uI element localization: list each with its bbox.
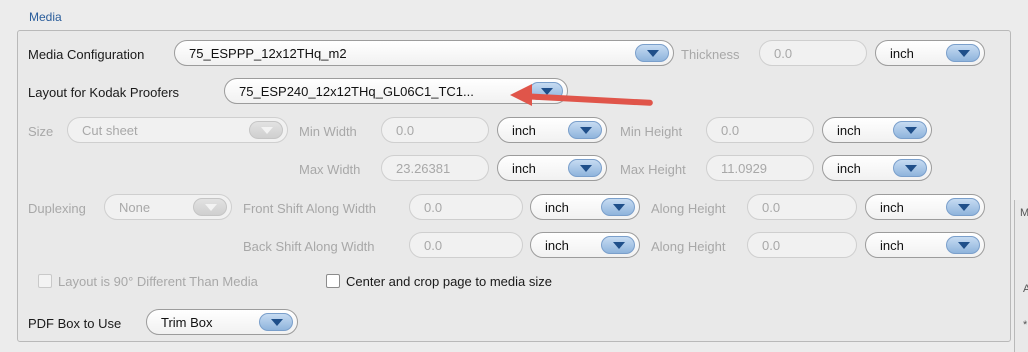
min-width-unit-select[interactable]: inch [497, 117, 607, 143]
media-configuration-value: 75_ESPPP_12x12THq_m2 [189, 45, 347, 61]
section-title-media: Media [29, 10, 62, 24]
min-height-label: Min Height [620, 124, 683, 139]
max-height-input[interactable]: 11.0929 [706, 155, 814, 181]
max-width-value: 23.26381 [396, 160, 451, 176]
layout-90-label: Layout is 90° Different Than Media [58, 274, 258, 289]
chevron-down-icon[interactable] [568, 159, 602, 177]
front-along-height-value: 0.0 [762, 199, 781, 215]
max-height-unit-value: inch [837, 160, 861, 176]
back-shift-unit-value: inch [545, 237, 569, 253]
front-shift-unit-select[interactable]: inch [530, 194, 640, 220]
layout-kodak-label: Layout for Kodak Proofers [28, 85, 180, 100]
adjacent-panel-letter: M [1020, 207, 1028, 219]
media-configuration-select[interactable]: 75_ESPPP_12x12THq_m2 [174, 40, 674, 66]
pdf-box-label: PDF Box to Use [28, 316, 122, 331]
back-along-height-unit-value: inch [880, 237, 904, 253]
chevron-down-icon[interactable] [946, 198, 980, 216]
max-width-unit-value: inch [512, 160, 536, 176]
min-width-label: Min Width [299, 124, 357, 139]
adjacent-panel-letter: * [1023, 319, 1028, 331]
back-shift-input[interactable]: 0.0 [409, 232, 523, 258]
pdf-box-select[interactable]: Trim Box [146, 309, 298, 335]
back-along-height-unit-select[interactable]: inch [865, 232, 985, 258]
thickness-input[interactable]: 0.0 [759, 40, 867, 66]
thickness-unit-select[interactable]: inch [875, 40, 985, 66]
max-width-label: Max Width [299, 162, 361, 177]
media-panel [17, 30, 1011, 342]
back-along-height-input[interactable]: 0.0 [747, 232, 857, 258]
center-crop-checkbox[interactable] [326, 274, 340, 288]
size-label: Size [28, 124, 54, 139]
front-along-height-label: Along Height [651, 201, 726, 216]
min-width-unit-value: inch [512, 122, 536, 138]
thickness-value: 0.0 [774, 45, 793, 61]
callout-arrow-icon [510, 84, 532, 106]
min-height-unit-select[interactable]: inch [822, 117, 932, 143]
chevron-down-icon[interactable] [635, 44, 669, 62]
front-along-height-unit-value: inch [880, 199, 904, 215]
chevron-down-icon[interactable] [259, 313, 293, 331]
duplexing-value: None [119, 199, 151, 215]
max-width-unit-select[interactable]: inch [497, 155, 607, 181]
front-shift-value: 0.0 [424, 199, 443, 215]
back-along-height-value: 0.0 [762, 237, 781, 253]
chevron-down-icon[interactable] [893, 121, 927, 139]
front-along-height-input[interactable]: 0.0 [747, 194, 857, 220]
max-height-value: 11.0929 [721, 160, 768, 176]
min-height-input[interactable]: 0.0 [706, 117, 814, 143]
back-shift-value: 0.0 [424, 237, 443, 253]
back-along-height-label: Along Height [651, 239, 726, 254]
front-shift-label: Front Shift Along Width [243, 201, 376, 216]
size-value: Cut sheet [82, 122, 138, 138]
size-select[interactable]: Cut sheet [67, 117, 288, 143]
back-shift-unit-select[interactable]: inch [530, 232, 640, 258]
duplexing-label: Duplexing [28, 201, 86, 216]
media-configuration-label: Media Configuration [28, 47, 145, 62]
layout-90-checkbox[interactable] [38, 274, 52, 288]
chevron-down-icon[interactable] [601, 236, 635, 254]
adjacent-panel-letter: A [1023, 283, 1028, 295]
thickness-unit-value: inch [890, 45, 914, 61]
min-width-value: 0.0 [396, 122, 415, 138]
duplexing-select[interactable]: None [104, 194, 232, 220]
max-width-input[interactable]: 23.26381 [381, 155, 489, 181]
chevron-down-icon[interactable] [568, 121, 602, 139]
chevron-down-icon[interactable] [946, 44, 980, 62]
max-height-unit-select[interactable]: inch [822, 155, 932, 181]
max-height-label: Max Height [620, 162, 686, 177]
min-height-unit-value: inch [837, 122, 861, 138]
layout-kodak-value: 75_ESP240_12x12THq_GL06C1_TC1... [239, 83, 474, 99]
pdf-box-value: Trim Box [161, 314, 213, 330]
min-width-input[interactable]: 0.0 [381, 117, 489, 143]
chevron-down-icon[interactable] [946, 236, 980, 254]
thickness-label: Thickness [681, 47, 740, 62]
min-height-value: 0.0 [721, 122, 740, 138]
chevron-down-icon[interactable] [193, 198, 227, 216]
front-shift-input[interactable]: 0.0 [409, 194, 523, 220]
chevron-down-icon[interactable] [601, 198, 635, 216]
chevron-down-icon[interactable] [249, 121, 283, 139]
back-shift-label: Back Shift Along Width [243, 239, 375, 254]
front-shift-unit-value: inch [545, 199, 569, 215]
front-along-height-unit-select[interactable]: inch [865, 194, 985, 220]
center-crop-label: Center and crop page to media size [346, 274, 552, 289]
chevron-down-icon[interactable] [893, 159, 927, 177]
